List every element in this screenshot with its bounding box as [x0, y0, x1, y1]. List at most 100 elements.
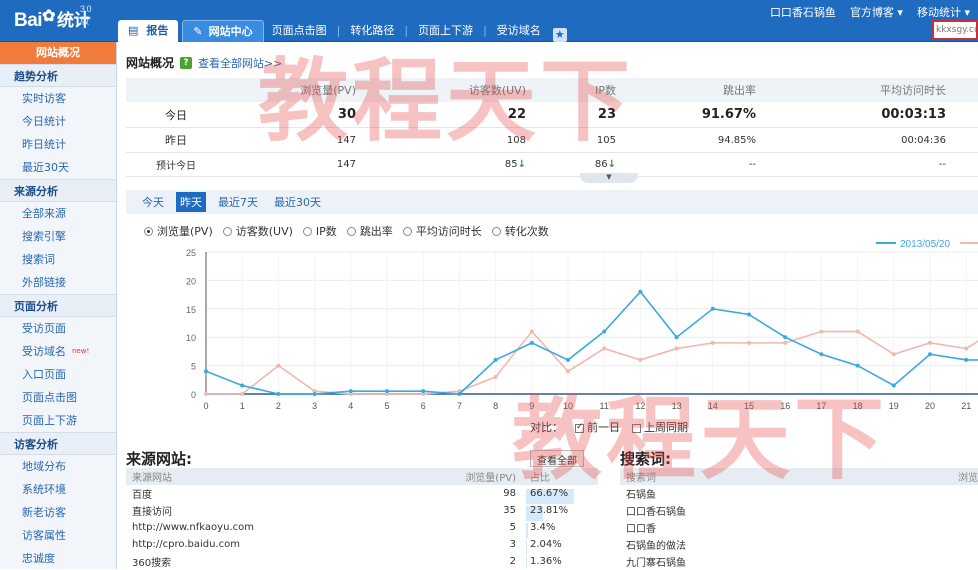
x-tick-label: 0: [203, 401, 208, 411]
sidebar-item[interactable]: 今日统计: [0, 110, 116, 133]
sidebar-item[interactable]: 地域分布: [0, 455, 116, 478]
tab-site-center[interactable]: ✎ 网站中心: [182, 20, 264, 42]
col-header: 浏览: [958, 473, 978, 484]
site-switch-link[interactable]: 口口香石锅鱼: [770, 4, 836, 20]
tab-domain[interactable]: 受访域名: [489, 20, 549, 42]
baidu-tongji-logo[interactable]: Bai✿ 统计 3.0版: [14, 4, 92, 32]
metric-radio[interactable]: 跳出率: [346, 223, 393, 239]
data-point: [964, 357, 969, 362]
table-row: 直接访问 35 23.81%: [126, 502, 598, 521]
tab-click-map[interactable]: 页面点击图: [264, 20, 335, 42]
kpi-value-text: 91.67%: [701, 107, 756, 122]
kpi-row-label: 昨日: [165, 134, 187, 147]
sidebar-item[interactable]: 页面点击图: [0, 386, 116, 409]
sidebar-item[interactable]: 访客属性: [0, 524, 116, 547]
sidebar-item[interactable]: 全部来源: [0, 202, 116, 225]
sidebar-item-label: 今日统计: [22, 115, 66, 128]
compare-last-week[interactable]: 上周同期: [632, 419, 688, 435]
y-tick-label: 20: [186, 276, 196, 286]
kpi-value: 105: [526, 135, 616, 146]
main-content: 网站概况 ? 查看全部网站>> 浏览量(PV) 访客数(UV) IP数 跳出率 平均访问…: [118, 42, 978, 569]
tab-conversion-path[interactable]: 转化路径: [342, 20, 402, 42]
kpi-row-label: 预计今日: [156, 161, 196, 172]
sidebar-group-header[interactable]: 访客分析: [0, 432, 116, 455]
sidebar-group-header[interactable]: 趋势分析: [0, 64, 116, 87]
sidebar-item[interactable]: 昨日统计: [0, 133, 116, 156]
kpi-value-text: 30: [337, 107, 356, 122]
y-tick-label: 10: [186, 333, 196, 343]
sidebar-item[interactable]: 页面上下游: [0, 409, 116, 432]
keyword-row[interactable]: 九门寨石锅鱼: [620, 553, 978, 569]
metric-radio[interactable]: 转化次数: [491, 223, 549, 239]
data-point: [493, 357, 498, 362]
sidebar-item[interactable]: 系统环境: [0, 478, 116, 501]
source-pct: 3.4%: [526, 522, 598, 538]
source-name[interactable]: http://www.nfkaoyu.com: [126, 522, 456, 533]
sidebar-item-label: 系统环境: [22, 483, 66, 496]
data-point: [819, 352, 824, 357]
source-name[interactable]: http://cpro.baidu.com: [126, 539, 456, 550]
metric-radio[interactable]: 访客数(UV): [222, 223, 293, 239]
source-pv: 98: [503, 488, 516, 499]
metric-radio[interactable]: 浏览量(PV): [144, 223, 213, 239]
sidebar-item[interactable]: 入口页面: [0, 363, 116, 386]
radio-icon: [346, 226, 356, 236]
main-nav: ▤ 报告 ✎ 网站中心 页面点击图 | 转化路径 | 页面上下游 | 受访域名 ★: [118, 20, 567, 42]
period-tab[interactable]: 昨天: [176, 192, 206, 212]
period-tabs: 今天 昨天 最近7天 最近30天: [126, 190, 978, 214]
view-all-sources-button[interactable]: 查看全部: [530, 450, 584, 467]
data-point: [602, 346, 607, 351]
collapse-toggle[interactable]: ▼: [580, 173, 638, 183]
site-search-input[interactable]: kkxsgy.co: [932, 20, 978, 40]
sidebar-item[interactable]: 新老访客: [0, 501, 116, 524]
metric-radio[interactable]: IP数: [302, 223, 337, 239]
edit-icon: ✎: [193, 24, 203, 38]
series-line-1: [206, 330, 978, 395]
checkbox-icon: [575, 422, 584, 433]
mobile-stats-menu[interactable]: 移动统计 ▾: [917, 4, 970, 20]
sidebar-item[interactable]: 受访域名 new!: [0, 340, 116, 363]
period-tab[interactable]: 今天: [138, 192, 168, 212]
keyword-row[interactable]: 石锅鱼: [620, 485, 978, 502]
source-name[interactable]: 直接访问: [126, 503, 456, 518]
sidebar-item[interactable]: 受访页面: [0, 317, 116, 340]
compare-prev-day[interactable]: 前一日: [575, 419, 620, 435]
data-point: [638, 357, 643, 362]
kpi-row: 昨日 147 108 105 94.85% 00:04:36: [126, 128, 978, 153]
sidebar-item[interactable]: 搜索词: [0, 248, 116, 271]
tab-report[interactable]: ▤ 报告: [118, 20, 179, 42]
pct-text: 66.67%: [530, 488, 569, 499]
sidebar-item[interactable]: 最近30天: [0, 156, 116, 179]
tab-page-flow[interactable]: 页面上下游: [410, 20, 481, 42]
sidebar-item-label: 访客属性: [22, 529, 66, 542]
source-name[interactable]: 360搜索: [126, 554, 456, 569]
source-name[interactable]: 百度: [126, 486, 456, 501]
help-icon[interactable]: ?: [180, 56, 193, 69]
period-tab[interactable]: 最近7天: [214, 192, 262, 212]
x-tick-label: 2: [276, 401, 281, 411]
period-tab[interactable]: 最近30天: [270, 192, 325, 212]
metric-radio[interactable]: 平均访问时长: [402, 223, 482, 239]
sidebar-group-header[interactable]: 来源分析: [0, 179, 116, 202]
blog-menu[interactable]: 官方博客 ▾: [850, 4, 903, 20]
star-icon[interactable]: ★: [552, 28, 567, 42]
view-all-sites-link[interactable]: 查看全部网站>>: [198, 55, 282, 71]
sidebar-item-overview[interactable]: 网站概况: [0, 42, 116, 64]
sidebar-item[interactable]: 外部链接: [0, 271, 116, 294]
sidebar-item[interactable]: 实时访客: [0, 87, 116, 110]
kpi-table: 浏览量(PV) 访客数(UV) IP数 跳出率 平均访问时长 今日 30 22 23 91.67%…: [126, 78, 978, 177]
keyword-row[interactable]: 口口香: [620, 519, 978, 536]
keyword-row[interactable]: 石锅鱼的做法: [620, 536, 978, 553]
radio-icon: [402, 226, 412, 236]
sidebar-item[interactable]: 搜索引擎: [0, 225, 116, 248]
kpi-row: 预计今日 147 85↓ 86↓ -- --: [126, 153, 978, 177]
pct-bar: [526, 557, 527, 569]
sidebar-group-header[interactable]: 页面分析: [0, 294, 116, 317]
kpi-value-text: --: [748, 159, 756, 170]
sidebar-item-label: 最近30天: [22, 161, 69, 174]
sidebar-item-label: 页面上下游: [22, 414, 77, 427]
keyword-row[interactable]: 口口香石锅鱼: [620, 502, 978, 519]
radio-icon: [222, 226, 232, 236]
sidebar-item[interactable]: 忠诚度: [0, 547, 116, 570]
sidebar-item-label: 新老访客: [22, 506, 66, 519]
